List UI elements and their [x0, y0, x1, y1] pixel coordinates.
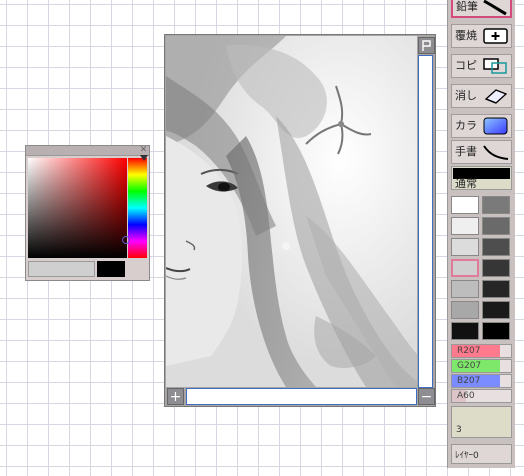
eraser-icon: [484, 89, 508, 104]
palette-swatch[interactable]: [451, 238, 479, 256]
palette-swatch[interactable]: [451, 280, 479, 298]
blue-value: B207: [457, 376, 481, 386]
vertical-scrollbar[interactable]: [418, 55, 433, 388]
palette-swatch[interactable]: [482, 301, 510, 319]
tool-label: 覆焼: [455, 29, 477, 42]
picker-titlebar[interactable]: [26, 146, 149, 156]
dodge-plus-icon: [483, 28, 508, 44]
palette-swatch[interactable]: [482, 196, 510, 214]
tool-label: コピ: [455, 59, 477, 72]
tool-pencil[interactable]: 鉛筆: [451, 0, 512, 18]
color-picker-panel: ✕: [25, 145, 150, 281]
saturation-value-field[interactable]: [28, 158, 127, 258]
tool-copy[interactable]: コピ: [451, 54, 512, 78]
painting-image: [166, 36, 417, 387]
tool-label: カラ: [455, 119, 477, 132]
layer-selector[interactable]: ﾚｲﾔｰ0: [451, 444, 512, 464]
palette-swatch[interactable]: [451, 259, 479, 277]
drawing-canvas[interactable]: [166, 36, 417, 387]
pencil-stroke-icon: [483, 0, 507, 16]
palette-swatch[interactable]: [451, 322, 479, 340]
palette-swatch[interactable]: [482, 217, 510, 235]
color-gradient-icon: [483, 117, 508, 135]
green-slider[interactable]: G207: [451, 359, 512, 373]
tool-panel: 鉛筆 覆焼 コピ 消し カラ 手書 通常 R207 G207 B207 A60 …: [447, 0, 515, 468]
palette-swatch[interactable]: [482, 238, 510, 256]
red-value: R207: [457, 346, 481, 356]
blue-slider[interactable]: B207: [451, 374, 512, 388]
hue-handle-icon[interactable]: [140, 155, 148, 161]
blend-mode-label: 通常: [455, 177, 477, 190]
tool-freehand[interactable]: 手書: [451, 140, 512, 164]
close-icon[interactable]: ✕: [139, 146, 148, 155]
alpha-slider[interactable]: A60: [451, 389, 512, 403]
tool-eraser[interactable]: 消し: [451, 84, 512, 108]
current-color-swatch: [97, 261, 125, 277]
green-value: G207: [457, 361, 482, 371]
palette-swatch[interactable]: [451, 196, 479, 214]
brush-size-box[interactable]: 3: [451, 406, 512, 438]
tool-color[interactable]: カラ: [451, 114, 512, 138]
flag-icon[interactable]: [418, 37, 435, 54]
horizontal-scrollbar[interactable]: [186, 388, 417, 405]
palette-swatch[interactable]: [482, 322, 510, 340]
palette-swatch[interactable]: [451, 301, 479, 319]
red-slider[interactable]: R207: [451, 344, 512, 358]
zoom-out-button[interactable]: −: [418, 388, 435, 405]
palette-swatch[interactable]: [482, 280, 510, 298]
zoom-in-button[interactable]: +: [167, 388, 184, 405]
brush-size-value: 3: [456, 425, 462, 435]
freehand-curve-icon: [483, 145, 509, 160]
palette-swatch[interactable]: [451, 217, 479, 235]
copy-rect-icon: [483, 58, 507, 74]
previous-color-swatch: [28, 261, 95, 277]
canvas-window: + −: [164, 34, 436, 407]
layer-label: ﾚｲﾔｰ0: [455, 451, 479, 461]
tool-label: 鉛筆: [456, 0, 478, 13]
color-cursor[interactable]: [122, 236, 130, 244]
blend-mode-select[interactable]: 通常: [451, 166, 512, 190]
alpha-value: A60: [457, 391, 475, 401]
tool-dodge[interactable]: 覆焼: [451, 24, 512, 48]
hue-bar[interactable]: [128, 158, 147, 258]
tool-label: 手書: [455, 145, 477, 158]
tool-label: 消し: [455, 89, 477, 102]
palette-swatch[interactable]: [482, 259, 510, 277]
